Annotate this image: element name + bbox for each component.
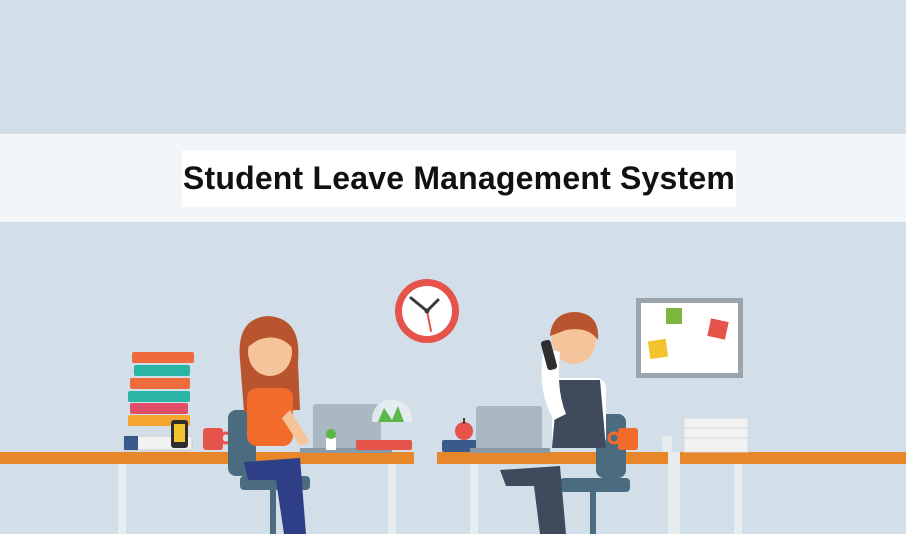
wall-clock-icon — [395, 279, 459, 343]
desk-left — [0, 452, 414, 534]
apple-icon — [442, 418, 480, 452]
phone-icon — [171, 420, 188, 448]
bulletin-board-icon — [636, 298, 743, 378]
mug-icon — [203, 428, 233, 450]
title-box: Student Leave Management System — [182, 150, 736, 207]
small-plant-icon — [326, 429, 336, 450]
office-illustration — [0, 279, 906, 534]
hero-scene: Student Leave Management System — [0, 0, 906, 534]
page-title: Student Leave Management System — [182, 160, 736, 196]
laptop-icon-right — [470, 406, 550, 453]
